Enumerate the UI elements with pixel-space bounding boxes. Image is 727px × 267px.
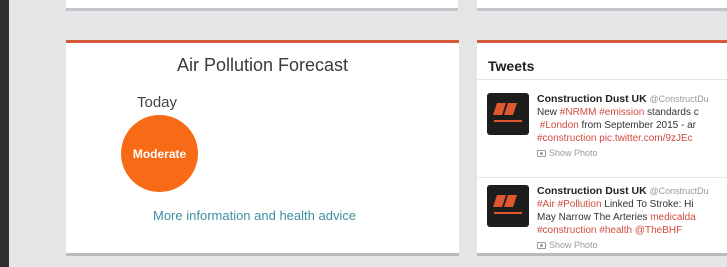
- hashtag-link[interactable]: #London: [540, 120, 579, 131]
- air-pollution-forecast-card: Air Pollution Forecast Today Moderate Mo…: [66, 40, 459, 256]
- logo-bar: [494, 120, 522, 122]
- tweets-title: Tweets: [488, 58, 535, 74]
- tweet-body: Construction Dust UK @ConstructDu New #N…: [537, 93, 727, 160]
- tweet-link[interactable]: medicalda: [650, 212, 696, 223]
- show-photo-button[interactable]: Show Photo: [537, 147, 727, 160]
- forecast-day-label: Today: [137, 94, 178, 111]
- hashtag-link[interactable]: #Pollution: [558, 199, 602, 210]
- tweet-author-handle[interactable]: @ConstructDu: [649, 94, 708, 104]
- logo-bar: [494, 212, 522, 214]
- tweet-item[interactable]: Construction Dust UK @ConstructDu #Air #…: [477, 185, 727, 253]
- pollution-level-indicator: Moderate: [121, 115, 198, 192]
- show-photo-button[interactable]: Show Photo: [537, 239, 727, 252]
- tweet-link[interactable]: #construction pic.twitter.com/9zJEc: [537, 133, 693, 144]
- tweets-header-divider: [477, 79, 727, 80]
- air-pollution-title: Air Pollution Forecast: [176, 55, 349, 75]
- logo-icon-part: [504, 103, 517, 115]
- previous-card-bottom-right: [477, 0, 727, 11]
- tweet-author-name[interactable]: Construction Dust UK: [537, 93, 647, 105]
- hashtag-link[interactable]: #NRMM: [560, 107, 597, 118]
- tweet-text: from September 2015 - ar: [578, 120, 696, 131]
- tweet-text: New: [537, 107, 560, 118]
- hashtag-link[interactable]: #construction #health @TheBHF: [537, 225, 682, 236]
- show-photo-label: Show Photo: [549, 148, 598, 158]
- avatar[interactable]: [487, 185, 529, 227]
- tweet-text: standards c: [644, 107, 699, 118]
- tweet-item[interactable]: Construction Dust UK @ConstructDu New #N…: [477, 93, 727, 173]
- window-left-edge: [0, 0, 9, 267]
- tweet-author-handle[interactable]: @ConstructDu: [649, 186, 708, 196]
- hashtag-link[interactable]: #Air: [537, 199, 555, 210]
- avatar[interactable]: [487, 93, 529, 135]
- health-advice-link[interactable]: More information and health advice: [153, 208, 356, 223]
- photo-icon: [537, 242, 546, 249]
- pollution-level-label: Moderate: [132, 146, 187, 161]
- tweet-body: Construction Dust UK @ConstructDu #Air #…: [537, 185, 727, 252]
- show-photo-label: Show Photo: [549, 240, 598, 250]
- tweet-divider: [477, 177, 727, 178]
- tweet-author-name[interactable]: Construction Dust UK: [537, 185, 647, 197]
- photo-icon: [537, 150, 546, 157]
- tweets-card: Tweets Construction Dust UK @ConstructDu…: [477, 40, 727, 256]
- logo-icon-part: [504, 195, 517, 207]
- tweet-text: Linked To Stroke: Hi: [601, 199, 694, 210]
- hashtag-link[interactable]: #emission: [599, 107, 644, 118]
- previous-card-bottom-left: [66, 0, 458, 11]
- tweet-text: May Narrow The Arteries: [537, 212, 651, 223]
